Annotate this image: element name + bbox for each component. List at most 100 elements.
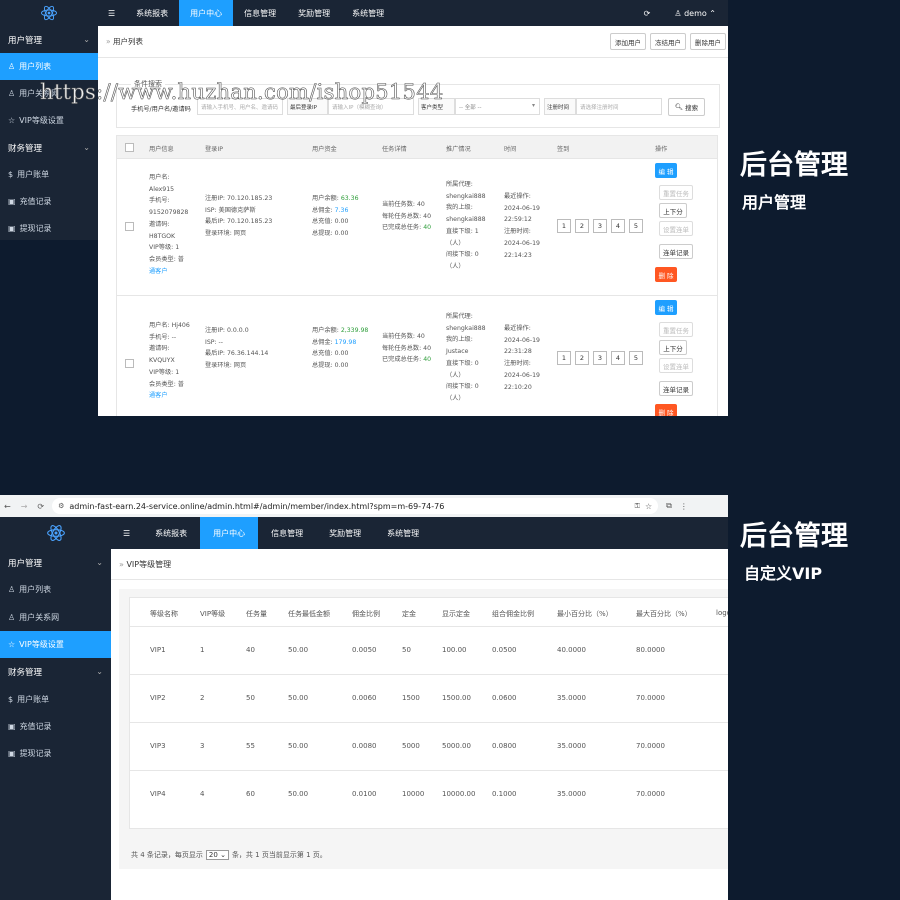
- top-nav-item[interactable]: 用户中心: [179, 0, 234, 26]
- login-ip-line: ISP: --: [205, 338, 224, 346]
- hamburger-icon[interactable]: ☰: [111, 517, 142, 549]
- login-ip-line: 登录环境: 网页: [205, 362, 247, 370]
- sidebar-group[interactable]: 用户管理 ⌄: [0, 26, 98, 53]
- user-menu[interactable]: ♙ demo ⌃: [662, 0, 728, 26]
- vip-column-header: VIP等级: [200, 610, 226, 618]
- vip-cell: 0.0600: [492, 694, 517, 702]
- filter-select-value: -- 全部 --: [459, 105, 482, 111]
- signin-pager: 12345: [557, 351, 647, 365]
- user-info-line: 9152079828: [149, 209, 189, 217]
- sidebar-item[interactable]: ▣ 充值记录: [0, 713, 111, 740]
- address-bar[interactable]: ⚙ admin-fast-earn.24-service.online/admi…: [52, 498, 659, 514]
- combo-records-button[interactable]: 连单记录: [659, 381, 693, 396]
- bookmark-star-icon[interactable]: ☆: [645, 502, 652, 511]
- vip-cell: 2: [200, 694, 205, 702]
- signin-day[interactable]: 4: [611, 351, 625, 365]
- set-combo-button[interactable]: 设置连单: [659, 358, 693, 373]
- combo-records-button[interactable]: 连单记录: [659, 244, 693, 259]
- vip-cell: 35.0000: [557, 742, 586, 750]
- reload-icon[interactable]: ⟳: [37, 502, 44, 511]
- forward-icon[interactable]: →: [21, 502, 28, 511]
- sidebar-group[interactable]: 财务管理 ⌄: [0, 134, 98, 161]
- sidebar-group-label: 财务管理: [8, 667, 43, 678]
- top-nav-item[interactable]: 奖励管理: [287, 0, 341, 26]
- vip-cell: 1500.00: [442, 694, 471, 702]
- row-checkbox[interactable]: [125, 359, 134, 368]
- signin-day[interactable]: 3: [593, 351, 607, 365]
- select-all-checkbox[interactable]: [125, 143, 134, 152]
- top-nav: 系统报表 用户中心 信息管理 奖励管理 系统管理: [125, 0, 395, 26]
- top-nav-item[interactable]: 用户中心: [200, 517, 259, 549]
- top-nav-item[interactable]: 奖励管理: [316, 517, 374, 549]
- top-nav-item[interactable]: 信息管理: [233, 0, 287, 26]
- title-1: 后台管理: [740, 150, 848, 181]
- sidebar-group-label: 用户管理: [8, 35, 43, 46]
- sidebar-item[interactable]: ▣ 充值记录: [0, 188, 98, 215]
- time-info-line: 2024-06-19: [504, 336, 540, 344]
- signin-day[interactable]: 5: [629, 351, 643, 365]
- time-info: 最近操作: 2024-06-19 22:31:28 注册时间: 2024-06-19 22…: [504, 323, 540, 393]
- signin-day[interactable]: 2: [575, 219, 589, 233]
- edit-button[interactable]: 编 辑: [655, 163, 677, 178]
- promotion-line: 我的上级:: [446, 204, 473, 212]
- filter-input-date[interactable]: 请选择注册时间: [576, 98, 662, 115]
- signin-day[interactable]: 1: [557, 351, 571, 365]
- breadcrumb-2: » VIP等级管理: [119, 559, 171, 570]
- sidebar-item[interactable]: ☆ VIP等级设置: [0, 630, 111, 659]
- vip-cell: 5000.00: [442, 742, 471, 750]
- hamburger-icon[interactable]: ☰: [98, 0, 125, 26]
- adjust-balance-button[interactable]: 上下分: [659, 340, 687, 355]
- signin-pager: 12345: [557, 219, 647, 233]
- login-ip-line: 登录环境: 网页: [205, 230, 247, 238]
- sidebar-item[interactable]: ▣ 提现记录: [0, 740, 111, 767]
- sidebar-item[interactable]: ▣ 提现记录: [0, 215, 98, 242]
- signin-day[interactable]: 2: [575, 351, 589, 365]
- sidebar-group[interactable]: 用户管理 ⌄: [0, 549, 111, 576]
- delete-button[interactable]: 删 除: [655, 404, 677, 416]
- freeze-user-button[interactable]: 冻结用户: [650, 33, 686, 50]
- signin-day[interactable]: 5: [629, 219, 643, 233]
- wallet-icon: ▣: [8, 224, 16, 233]
- top-nav-item[interactable]: 系统报表: [142, 517, 200, 549]
- wallet-icon: ▣: [8, 749, 16, 759]
- extensions-icon[interactable]: ⧉: [666, 501, 672, 511]
- back-icon[interactable]: ←: [4, 502, 11, 511]
- sidebar-group[interactable]: 财务管理 ⌄: [0, 658, 111, 685]
- top-nav-item[interactable]: 系统报表: [125, 0, 179, 26]
- commission-label: 总佣金:: [312, 338, 333, 346]
- browser-menu-icon[interactable]: ⋮: [680, 502, 688, 511]
- filter-label-account: 手机号/用户名/邀请码: [131, 106, 191, 113]
- page-size-select[interactable]: 20 ⌄: [205, 850, 229, 860]
- sidebar-item[interactable]: ♙ 用户关系网: [0, 604, 111, 631]
- row-checkbox[interactable]: [125, 222, 134, 231]
- delete-button[interactable]: 删 除: [655, 267, 677, 282]
- top-nav-item[interactable]: 系统管理: [341, 0, 395, 26]
- column-header: 用户信息: [149, 146, 174, 153]
- top-nav-item[interactable]: 系统管理: [374, 517, 432, 549]
- site-info-icon[interactable]: ⚙: [58, 502, 64, 510]
- vip-table-row: VIP2 2 50 50.00 0.0060 1500 1500.00 0.0600 35.00…: [130, 675, 728, 723]
- sidebar-item[interactable]: ♙ 用户列表: [0, 53, 98, 80]
- vip-column-header: 任务最低金额: [288, 610, 330, 618]
- signin-day[interactable]: 3: [593, 219, 607, 233]
- filter-select-type[interactable]: -- 全部 -- ▾: [455, 98, 540, 115]
- reset-task-button[interactable]: 重置任务: [659, 322, 693, 337]
- sidebar-item[interactable]: ☆ VIP等级设置: [0, 107, 98, 134]
- sidebar-item[interactable]: $ 用户账单: [0, 685, 111, 712]
- signin-day[interactable]: 4: [611, 219, 625, 233]
- refresh-icon[interactable]: ⟳: [632, 0, 663, 26]
- reset-task-button[interactable]: 重置任务: [659, 185, 693, 200]
- top-nav-item[interactable]: 信息管理: [258, 517, 316, 549]
- sidebar-item[interactable]: $ 用户账单: [0, 161, 98, 188]
- key-icon[interactable]: ⚿: [635, 502, 640, 511]
- sidebar-item[interactable]: ♙ 用户列表: [0, 576, 111, 603]
- adjust-balance-button[interactable]: 上下分: [659, 203, 687, 218]
- add-user-button[interactable]: 添加用户: [610, 33, 646, 50]
- edit-button[interactable]: 编 辑: [655, 300, 677, 315]
- subtitle-2: 自定义VIP: [744, 564, 823, 583]
- set-combo-button[interactable]: 设置连单: [659, 221, 693, 236]
- search-button[interactable]: 🔍︎ 搜索: [668, 98, 705, 116]
- signin-day[interactable]: 1: [557, 219, 571, 233]
- balance-label: 用户余额:: [312, 327, 339, 334]
- delete-user-button[interactable]: 删除用户: [690, 33, 726, 50]
